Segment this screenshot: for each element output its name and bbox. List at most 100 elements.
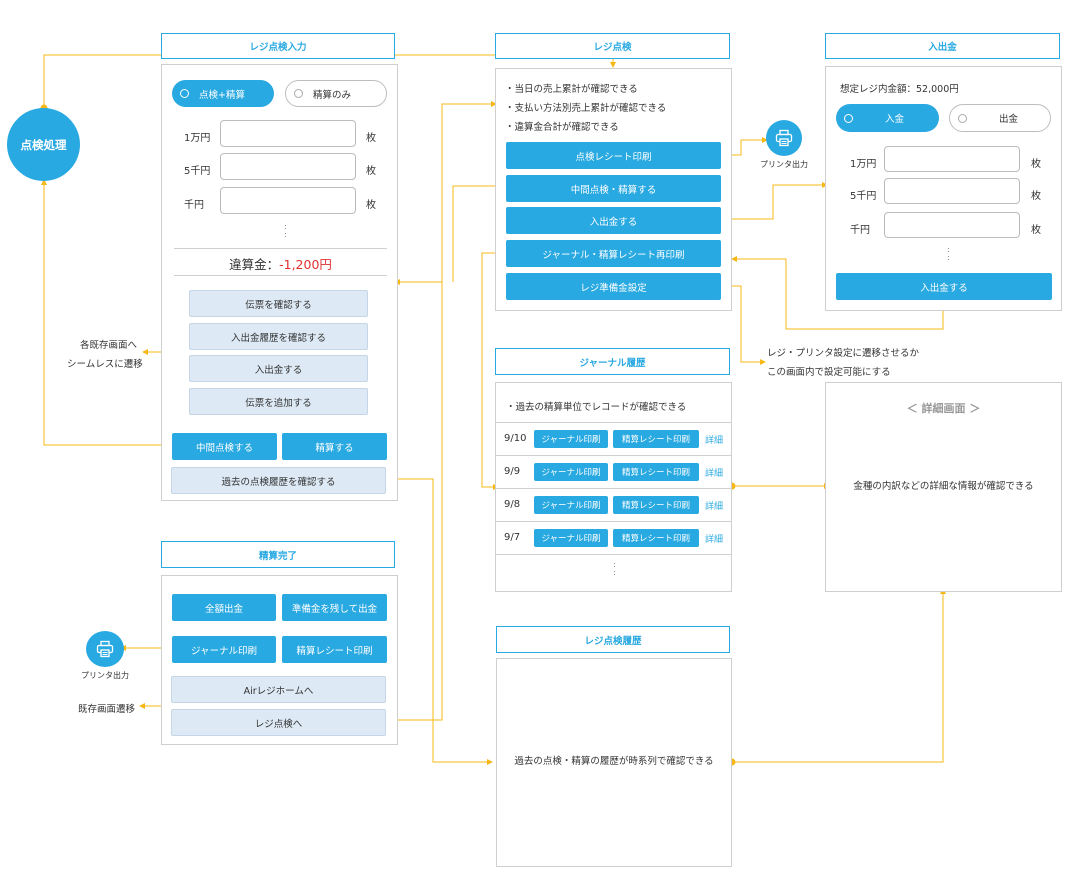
bullet: ・支払い方法別売上累計が確認できる <box>505 103 667 114</box>
deposit-input-5000[interactable] <box>884 178 1020 204</box>
journal-date: 9/10 <box>504 433 527 444</box>
denom-label: 1万円 <box>850 159 877 170</box>
check-history-button[interactable]: 過去の点検履歴を確認する <box>171 467 386 494</box>
divider <box>174 248 387 249</box>
journal-panel: ・過去の精算単位でレコードが確認できる 9/10 ジャーナル印刷 精算レシート印… <box>495 382 732 592</box>
journal-print-button[interactable]: ジャーナル印刷 <box>534 430 608 448</box>
journal-print-button[interactable]: ジャーナル印刷 <box>172 636 276 663</box>
withdraw-all-button[interactable]: 全額出金 <box>172 594 276 621</box>
denom-label: 千円 <box>850 225 870 236</box>
settle-only-radio-label: 精算のみ <box>313 89 352 101</box>
ellipsis: : <box>947 253 950 262</box>
detail-link[interactable]: 詳細 <box>705 466 723 479</box>
unit-label: 枚 <box>1031 225 1041 236</box>
denom-input-1000[interactable] <box>220 187 356 214</box>
journal-print-button[interactable]: ジャーナル印刷 <box>534 529 608 547</box>
journal-print-button[interactable]: ジャーナル印刷 <box>534 463 608 481</box>
bullet: ・違算金合計が確認できる <box>505 122 619 133</box>
printer-glyph-icon <box>775 129 793 147</box>
unit-label: 枚 <box>1031 159 1041 170</box>
mid-check-settle-button[interactable]: 中間点検・精算する <box>506 175 721 202</box>
journal-title: ジャーナル履歴 <box>495 348 730 375</box>
receipt-print-button[interactable]: 精算レシート印刷 <box>613 529 699 547</box>
process-node: 点検処理 <box>7 108 80 181</box>
airregi-home-button[interactable]: Airレジホームへ <box>171 676 386 703</box>
printer-label: プリンタ出力 <box>81 671 129 680</box>
withdraw-keep-reserve-button[interactable]: 準備金を残して出金 <box>282 594 387 621</box>
settle-done-title: 精算完了 <box>161 541 395 568</box>
journal-row: 9/8 ジャーナル印刷 精算レシート印刷 詳細 <box>496 489 731 522</box>
deposit-title: 入出金 <box>825 33 1060 59</box>
settle-only-radio[interactable]: 精算のみ <box>285 80 387 107</box>
note-existing-line1: 各既存画面へ <box>80 340 138 351</box>
deposit-in-label: 入金 <box>885 114 905 125</box>
ellipsis: : <box>284 230 287 239</box>
denom-input-10000[interactable] <box>220 120 356 147</box>
detail-link[interactable]: 詳細 <box>705 532 723 545</box>
settle-button[interactable]: 精算する <box>282 433 387 460</box>
to-check-button[interactable]: レジ点検へ <box>171 709 386 736</box>
journal-row: 9/10 ジャーナル印刷 精算レシート印刷 詳細 <box>496 423 731 456</box>
note-existing-line2: シームレスに遷移 <box>67 359 143 370</box>
journal-desc: ・過去の精算単位でレコードが確認できる <box>506 402 687 413</box>
reprint-journal-button[interactable]: ジャーナル・精算レシート再印刷 <box>506 240 721 267</box>
journal-date: 9/7 <box>504 532 521 543</box>
expected-amount: 想定レジ内金額：52,000円 <box>840 84 959 95</box>
receipt-print-button[interactable]: 精算レシート印刷 <box>613 430 699 448</box>
denom-label: 1万円 <box>184 133 211 144</box>
receipt-print-button[interactable]: 精算レシート印刷 <box>613 463 699 481</box>
unit-label: 枚 <box>366 166 376 177</box>
unit-label: 枚 <box>366 133 376 144</box>
reserve-setting-button[interactable]: レジ準備金設定 <box>506 273 721 300</box>
detail-panel: ＜ 詳細画面 ＞ 金種の内訳などの詳細な情報が確認できる <box>825 382 1062 592</box>
mid-check-button[interactable]: 中間点検する <box>172 433 277 460</box>
printer-icon <box>86 631 124 667</box>
denom-input-5000[interactable] <box>220 153 356 180</box>
settle-done-panel: 全額出金 準備金を残して出金 ジャーナル印刷 精算レシート印刷 Airレジホーム… <box>161 575 398 745</box>
deposit-button[interactable]: 入出金する <box>189 355 368 382</box>
deposit-input-1000[interactable] <box>884 212 1020 238</box>
check-panel: ・当日の売上累計が確認できる ・支払い方法別売上累計が確認できる ・違算金合計が… <box>495 68 732 311</box>
check-settle-radio[interactable]: 点検+精算 <box>172 80 274 107</box>
detail-desc: 金種の内訳などの詳細な情報が確認できる <box>853 481 1034 492</box>
difference-row: 違算金：-1,200円 <box>174 254 387 273</box>
difference-value: -1,200円 <box>279 257 332 272</box>
note-settings-line2: この画面内で設定可能にする <box>767 367 891 378</box>
deposit-out-radio[interactable]: 出金 <box>949 104 1051 132</box>
deposit-in-radio[interactable]: 入金 <box>836 104 939 132</box>
radio-dot-icon <box>958 113 967 123</box>
denom-label: 千円 <box>184 200 204 211</box>
detail-link[interactable]: 詳細 <box>705 499 723 512</box>
process-node-label: 点検処理 <box>20 137 67 152</box>
printer-label: プリンタ出力 <box>760 160 808 169</box>
journal-print-button[interactable]: ジャーナル印刷 <box>534 496 608 514</box>
view-slips-button[interactable]: 伝票を確認する <box>189 290 368 317</box>
journal-date: 9/9 <box>504 466 521 477</box>
radio-dot-icon <box>180 89 189 98</box>
add-slip-button[interactable]: 伝票を追加する <box>189 388 368 415</box>
print-check-receipt-button[interactable]: 点検レシート印刷 <box>506 142 721 169</box>
bullet: ・当日の売上累計が確認できる <box>505 84 638 95</box>
settle-receipt-print-button[interactable]: 精算レシート印刷 <box>282 636 387 663</box>
deposit-input-10000[interactable] <box>884 146 1020 172</box>
journal-date: 9/8 <box>504 499 521 510</box>
detail-link[interactable]: 詳細 <box>705 433 723 446</box>
radio-dot-icon <box>294 89 303 98</box>
deposit-history-button[interactable]: 入出金履歴を確認する <box>189 323 368 350</box>
check-history-panel: 過去の点検・精算の履歴が時系列で確認できる <box>496 658 732 867</box>
printer-glyph-icon <box>96 640 114 658</box>
receipt-print-button[interactable]: 精算レシート印刷 <box>613 496 699 514</box>
denom-label: 5千円 <box>850 191 877 202</box>
check-input-title: レジ点検入力 <box>161 33 395 59</box>
check-input-panel: 点検+精算 精算のみ 1万円 枚 5千円 枚 千円 枚 : : 違算金：-1,2… <box>161 64 398 501</box>
note-transition: 既存画面遷移 <box>78 704 136 715</box>
printer-icon <box>766 120 802 156</box>
radio-dot-icon <box>844 113 853 123</box>
check-history-title: レジ点検履歴 <box>496 626 730 653</box>
check-title: レジ点検 <box>495 33 730 59</box>
note-settings-line1: レジ・プリンタ設定に遷移させるか <box>767 348 920 359</box>
deposit-submit-button[interactable]: 入出金する <box>836 273 1052 300</box>
check-history-desc: 過去の点検・精算の履歴が時系列で確認できる <box>514 756 714 767</box>
deposit-panel: 想定レジ内金額：52,000円 入金 出金 1万円 枚 5千円 枚 千円 枚 :… <box>825 66 1062 311</box>
deposit-button[interactable]: 入出金する <box>506 207 721 234</box>
